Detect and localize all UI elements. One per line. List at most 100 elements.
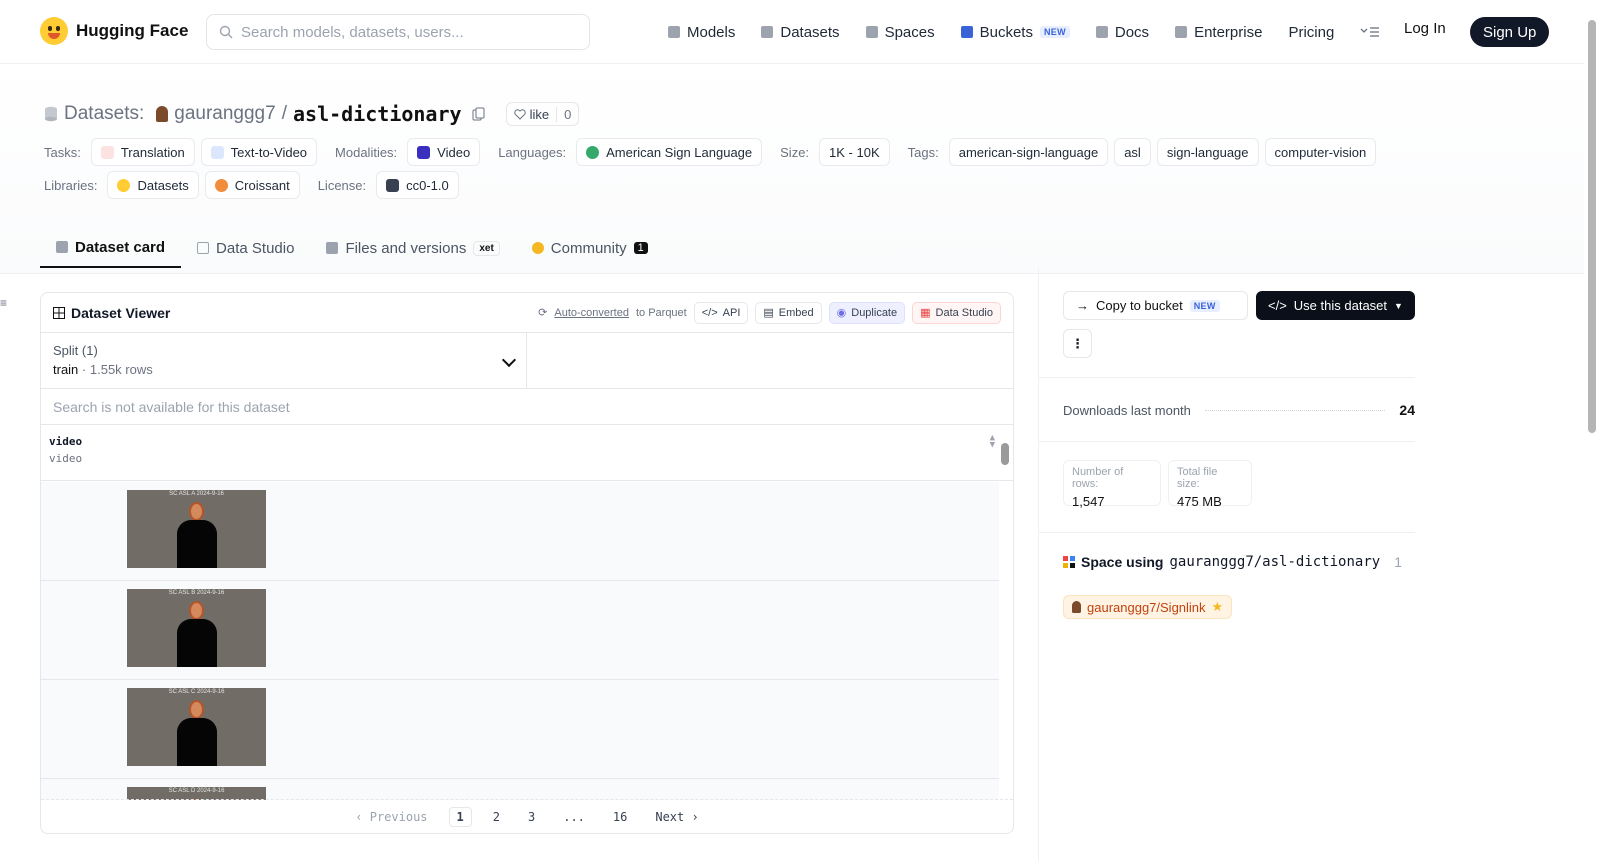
table-row[interactable]: SC ASL D 2024-9-16 [41, 779, 999, 800]
tag-chip[interactable]: asl [1114, 138, 1151, 166]
hugging-face-logo-icon [40, 17, 68, 45]
nav-models[interactable]: Models [668, 20, 735, 44]
tab-label: Data Studio [216, 239, 295, 257]
previous-label: Previous [369, 809, 428, 824]
size-chip[interactable]: 1K - 10K [819, 138, 890, 166]
nav-pricing[interactable]: Pricing [1288, 20, 1334, 44]
page-16[interactable]: 16 [606, 808, 634, 826]
page-1[interactable]: 1 [448, 806, 472, 827]
nav-spaces[interactable]: Spaces [865, 20, 935, 44]
more-options-button[interactable]: ⋮ [1063, 329, 1092, 358]
divider [1039, 377, 1415, 378]
cube-icon [668, 26, 680, 38]
tab-files[interactable]: Files and versions xet [310, 228, 515, 268]
logo[interactable]: Hugging Face [40, 17, 188, 45]
signup-button[interactable]: Sign Up [1470, 17, 1550, 47]
data-studio-label: Data Studio [935, 306, 993, 319]
sort-icon[interactable]: ▲ ▼ [990, 434, 995, 450]
like-label: like [529, 106, 550, 122]
copy-icon[interactable] [472, 107, 486, 121]
owner-avatar[interactable] [156, 106, 169, 122]
video-thumbnail[interactable]: SC ASL A 2024-9-16 [127, 490, 266, 568]
login-link[interactable]: Log In [1404, 20, 1446, 37]
tag-chip[interactable]: american-sign-language [948, 138, 1109, 166]
data-studio-button[interactable]: ▦ Data Studio [912, 301, 1001, 324]
table-row[interactable]: SC ASL B 2024-9-16 [41, 581, 999, 680]
page-ellipsis: ... [563, 809, 585, 824]
spaces-count: 1 [1394, 554, 1402, 570]
like-button[interactable]: like 0 [505, 102, 580, 126]
downloads-stat: Downloads last month 24 [1063, 402, 1415, 418]
library-chip-datasets[interactable]: Datasets [107, 171, 199, 199]
search-input[interactable] [241, 23, 571, 41]
next-button[interactable]: Next › [648, 808, 705, 826]
task-chip-translation[interactable]: Translation [90, 138, 195, 166]
auto-converted-link[interactable]: Auto-converted [554, 307, 629, 319]
video-thumbnail[interactable]: SC ASL B 2024-9-16 [127, 589, 266, 667]
rows-stat: Number of rows: 1,547 [1063, 460, 1161, 509]
split-select[interactable]: Split (1) train · 1.55k rows [41, 333, 527, 388]
nav-datasets-label: Datasets [780, 23, 840, 41]
code-icon: </> [701, 306, 718, 319]
spaces-icon [1063, 556, 1075, 568]
nav-enterprise[interactable]: Enterprise [1175, 20, 1262, 44]
nav-datasets[interactable]: Datasets [761, 20, 840, 44]
nav-docs[interactable]: Docs [1095, 20, 1150, 44]
hugging-face-icon [117, 178, 131, 192]
video-caption: SC ASL D 2024-9-16 [168, 788, 225, 794]
table-row[interactable]: SC ASL C 2024-9-16 [41, 680, 999, 779]
copy-bucket-label: Copy to bucket [1096, 298, 1183, 313]
page-scrollbar[interactable] [1584, 0, 1600, 861]
main-nav: Models Datasets Spaces Buckets NEW Docs E… [668, 20, 1406, 44]
tab-community[interactable]: Community 1 [516, 228, 664, 268]
nav-docs-label: Docs [1114, 23, 1150, 41]
tag-chip[interactable]: computer-vision [1264, 138, 1377, 166]
database-icon [761, 26, 774, 38]
dataset-name[interactable]: asl-dictionary [293, 102, 462, 126]
nav-more[interactable] [1360, 20, 1380, 44]
modality-label: Video [437, 144, 471, 160]
search-box[interactable] [206, 14, 590, 50]
new-badge: NEW [1189, 299, 1220, 312]
owner-link[interactable]: gauranggg7 [174, 103, 275, 125]
nav-buckets[interactable]: Buckets NEW [960, 20, 1070, 44]
library-label: Datasets [137, 177, 189, 193]
page-3[interactable]: 3 [521, 808, 542, 826]
viewer-tools: ⟳ Auto-converted to Parquet </> API ▤ Embe… [538, 301, 1001, 324]
nav-pricing-label: Pricing [1288, 23, 1335, 41]
embed-button[interactable]: ▤ Embed [755, 301, 822, 324]
duplicate-button[interactable]: ◉ Duplicate [828, 301, 906, 324]
like-count: 0 [556, 106, 578, 122]
text-to-video-icon [210, 145, 224, 159]
table-row[interactable]: SC ASL A 2024-9-16 [41, 482, 999, 581]
video-thumbnail[interactable]: SC ASL C 2024-9-16 [127, 688, 266, 766]
tag-chip[interactable]: sign-language [1156, 138, 1259, 166]
page-2[interactable]: 2 [486, 808, 507, 826]
libraries-label: Libraries: [44, 177, 98, 193]
modality-chip-video[interactable]: Video [407, 138, 481, 166]
viewer-scrollbar[interactable] [1001, 433, 1009, 799]
languages-label: Languages: [498, 144, 567, 160]
tab-dataset-card[interactable]: Dataset card [40, 228, 182, 268]
copy-to-bucket-button[interactable]: → Copy to bucket NEW [1063, 291, 1248, 320]
api-button[interactable]: </> API [693, 301, 749, 324]
path-separator: / [281, 103, 287, 124]
task-chip-text-to-video[interactable]: Text-to-Video [200, 138, 318, 166]
page-scrollbar-thumb[interactable] [1588, 20, 1596, 433]
use-dataset-button[interactable]: </> Use this dataset ▼ [1256, 291, 1415, 320]
community-count: 1 [633, 242, 648, 254]
scrollbar-thumb[interactable] [1001, 443, 1009, 465]
space-chip-signlink[interactable]: gauranggg7/Signlink ★ [1063, 595, 1233, 619]
menu-toggle-icon[interactable]: ≡ [0, 296, 8, 310]
previous-button[interactable]: ‹ Previous [348, 808, 434, 826]
library-chip-croissant[interactable]: Croissant [204, 171, 300, 199]
language-chip[interactable]: American Sign Language [576, 138, 763, 166]
tab-data-studio[interactable]: Data Studio [181, 228, 310, 268]
rows-value: 1,547 [1072, 494, 1105, 509]
rows-label: Number of rows: [1072, 466, 1124, 490]
arrow-right-icon: → [1076, 298, 1089, 313]
column-header-video[interactable]: video video ▲ ▼ [41, 425, 1013, 481]
license-chip[interactable]: cc0-1.0 [376, 171, 459, 199]
bucket-icon [960, 26, 973, 38]
video-icon [417, 145, 431, 159]
